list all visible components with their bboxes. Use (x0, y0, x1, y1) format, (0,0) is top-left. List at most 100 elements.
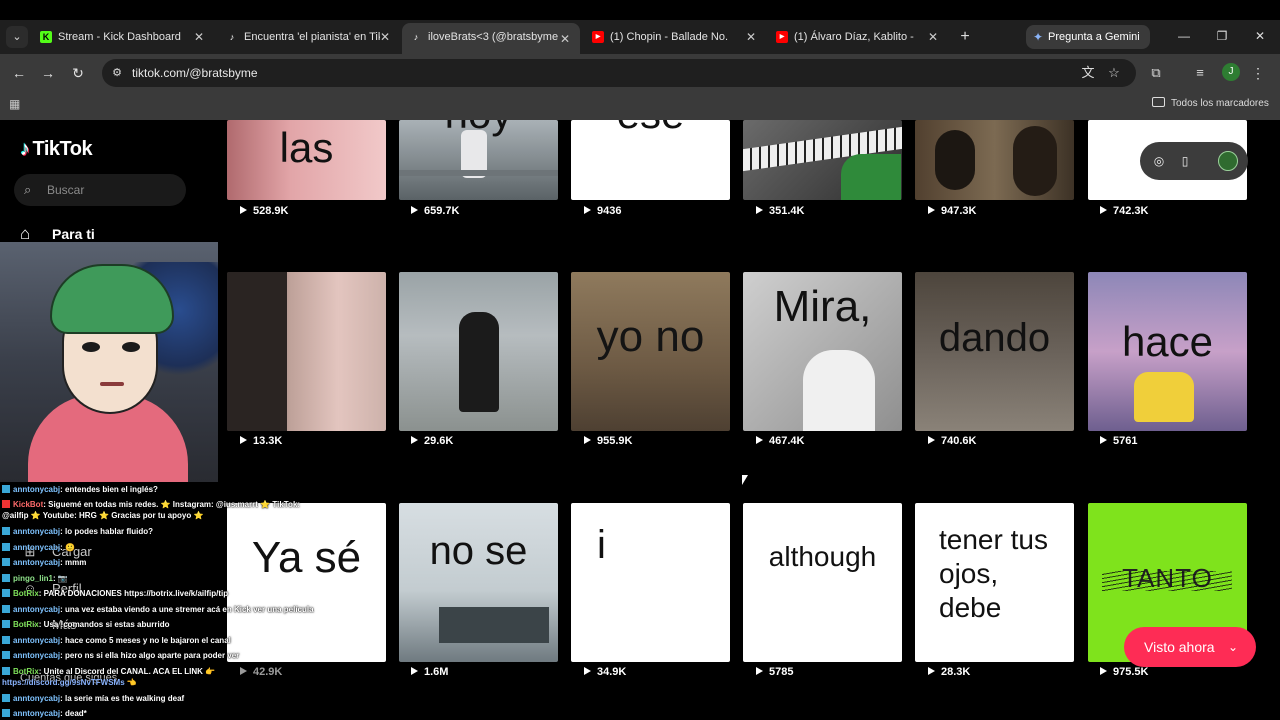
kick-icon: K (40, 31, 52, 43)
view-count: 351.4K (756, 204, 804, 218)
close-icon[interactable]: ✕ (558, 25, 572, 53)
media-control-icon[interactable]: ≡ (1190, 63, 1210, 83)
gemini-button[interactable]: ✦ Pregunta a Gemini (1026, 25, 1150, 49)
chat-message: pingo_lin1: 📷 (2, 573, 68, 584)
tiktok-icon: ♪ (229, 32, 235, 42)
play-icon (240, 206, 247, 214)
video-caption: Mira, (773, 282, 872, 331)
chat-message: anntonycabj: la serie mía es the walking… (2, 693, 184, 704)
browser-menu-icon[interactable]: ⋮ (1251, 63, 1265, 83)
video-caption: tener tus ojos, debe (939, 524, 1048, 623)
chat-message: BotRix: Unite al Discord del CANAL. ACA … (2, 666, 215, 677)
close-icon[interactable]: ✕ (744, 25, 758, 49)
play-icon (1100, 667, 1107, 675)
video-thumbnail[interactable]: dando (915, 272, 1074, 431)
streamer-avatar-overlay (0, 242, 218, 482)
play-icon (928, 667, 935, 675)
stream-chat: anntonycabj: entendes bien el inglés? Ki… (0, 482, 316, 720)
gemini-icon: ✦ (1033, 30, 1044, 44)
play-icon (928, 206, 935, 214)
view-count: 742.3K (1100, 204, 1148, 218)
view-count: 528.9K (240, 204, 288, 218)
tiktok-logo-text: TikTok (32, 138, 93, 160)
video-caption: no se (429, 529, 528, 573)
view-count: 659.7K (411, 204, 459, 218)
view-count: 955.9K (584, 434, 632, 448)
extensions-icon[interactable]: ⧉ (1146, 63, 1166, 83)
window-top-strip (0, 0, 1280, 20)
all-bookmarks-button[interactable]: Todos los marcadores (1152, 97, 1269, 111)
reload-button[interactable]: ↻ (67, 62, 89, 84)
play-icon (411, 436, 418, 444)
chat-message: BotRix: Usa !comandos si estas aburrido (2, 619, 169, 630)
watched-now-button[interactable]: Visto ahora ⌄ (1124, 627, 1256, 667)
restore-button[interactable]: ❐ (1212, 26, 1232, 46)
video-thumbnail[interactable]: las (227, 120, 386, 200)
video-caption: although (768, 541, 877, 572)
back-button[interactable]: ← (8, 62, 30, 84)
mouse-cursor (742, 475, 748, 485)
video-thumbnail[interactable]: tener tus ojos, debe (915, 503, 1074, 662)
avatar-eye (82, 342, 100, 352)
truck (439, 607, 549, 643)
tab-tiktok-search[interactable]: ♪ Encuentra 'el pianista' en TikT ✕ (226, 25, 392, 49)
person-white-shirt (803, 350, 875, 431)
play-icon (584, 436, 591, 444)
tab-kick-dashboard[interactable]: K Stream - Kick Dashboard ✕ (40, 25, 206, 49)
video-thumbnail[interactable]: Mira, (743, 272, 902, 431)
nav-for-you-label: Para ti (52, 226, 95, 242)
forward-button[interactable]: → (37, 62, 59, 84)
chat-message: BotRix: PARA DONACIONES https://botrix.l… (2, 588, 228, 599)
close-icon[interactable]: ✕ (926, 25, 940, 49)
view-count: 5785 (756, 665, 793, 679)
video-thumbnail[interactable]: hace (1088, 272, 1247, 431)
minimize-button[interactable]: — (1174, 26, 1194, 46)
video-caption: yo no (596, 312, 705, 361)
url-text[interactable]: tiktok.com/@bratsbyme (132, 66, 258, 80)
video-thumbnail[interactable] (227, 272, 386, 431)
video-thumbnail[interactable] (743, 120, 902, 200)
search-input[interactable]: ⌕ Buscar (14, 174, 186, 206)
compass-icon[interactable]: ◎ (1150, 152, 1168, 170)
scribble (1102, 571, 1232, 591)
apps-grid-icon[interactable]: ▦ (9, 97, 23, 111)
video-thumbnail[interactable]: yo no (571, 272, 730, 431)
video-thumbnail[interactable] (915, 120, 1074, 200)
play-icon (240, 436, 247, 444)
play-icon (756, 436, 763, 444)
watched-now-label: Visto ahora (1144, 639, 1215, 655)
video-thumbnail[interactable]: no se (399, 503, 558, 662)
bookmarks-bar (0, 92, 1280, 120)
tab-search-button[interactable]: ⌄ (6, 26, 28, 48)
tiktok-logo[interactable]: ♪ TikTok (20, 138, 93, 161)
close-icon[interactable]: ✕ (192, 25, 206, 49)
close-window-button[interactable]: ✕ (1250, 26, 1270, 46)
tab-tiktok-profile[interactable]: ♪ iloveBrats<3 (@bratsbyme) ✕ (402, 23, 580, 54)
gemini-label: Pregunta a Gemini (1048, 31, 1140, 43)
site-info-icon[interactable]: ⚙ (110, 66, 124, 80)
view-count: 1.6M (411, 665, 448, 679)
tab-youtube-chopin[interactable]: ▶ (1) Chopin - Ballade No. 1 in G ✕ (592, 25, 758, 49)
play-icon (928, 436, 935, 444)
close-icon[interactable]: ✕ (378, 25, 392, 49)
video-thumbnail[interactable]: hoy (399, 120, 558, 200)
chat-message: KickBot: Siguemé en todas mis redes. ⭐ I… (2, 499, 300, 510)
view-count: 467.4K (756, 434, 804, 448)
chat-message: anntonycabj: entendes bien el inglés? (2, 484, 158, 495)
view-count: 9436 (584, 204, 621, 218)
video-thumbnail[interactable]: ese (571, 120, 730, 200)
phone-icon[interactable]: ▯ (1176, 152, 1194, 170)
video-thumbnail[interactable] (399, 272, 558, 431)
new-tab-button[interactable]: + (956, 27, 974, 47)
tab-youtube-alvaro[interactable]: ▶ (1) Álvaro Díaz, Kablito - El L ✕ (776, 25, 940, 49)
play-icon (756, 206, 763, 214)
video-thumbnail[interactable]: although (743, 503, 902, 662)
video-thumbnail[interactable]: i (571, 503, 730, 662)
video-caption: hace (1121, 318, 1214, 365)
profile-avatar[interactable]: J (1222, 63, 1240, 81)
tab-label: iloveBrats<3 (@bratsbyme) (428, 31, 558, 43)
bookmark-star-icon[interactable]: ☆ (1104, 64, 1124, 82)
translate-icon[interactable]: 文 (1078, 64, 1098, 82)
cartoon-character (1134, 372, 1194, 422)
avatar[interactable] (1218, 151, 1238, 171)
